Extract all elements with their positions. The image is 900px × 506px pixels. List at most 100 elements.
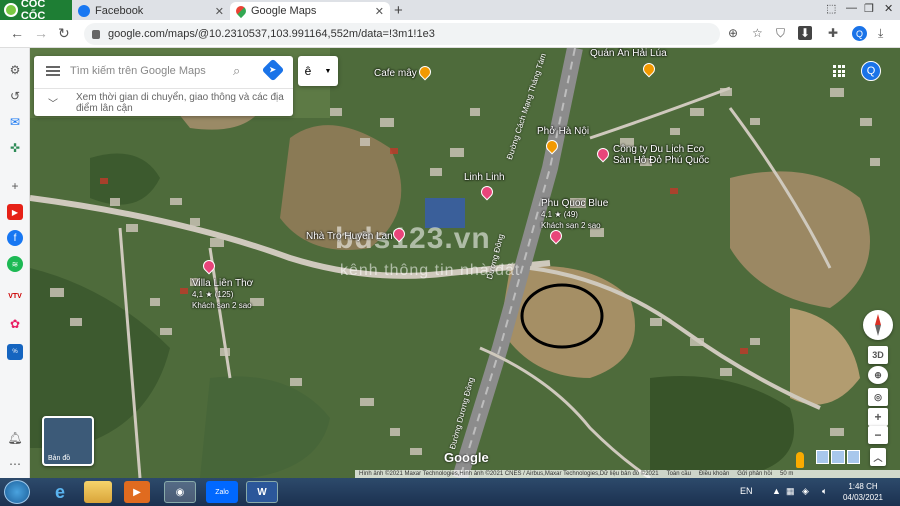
clock-date: 04/03/2021 <box>842 493 884 502</box>
map-footer: Hình ảnh ©2021 Maxar Technologies,Hình ả… <box>355 470 900 478</box>
facebook-sidebar-icon[interactable]: f <box>7 230 23 246</box>
windows-taskbar: e ▶ ◉ Zalo W EN ▲ ▦ ◈ 🔈︎ 1:48 CH 04/03/2… <box>0 478 900 506</box>
compass-icon[interactable] <box>863 310 893 340</box>
poi-category: Khách sạn 2 sao <box>541 221 601 230</box>
facebook-icon <box>78 5 90 17</box>
feedback-link[interactable]: Gửi phản hồi <box>737 471 772 477</box>
search-input[interactable]: Tìm kiếm trên Google Maps <box>70 65 206 77</box>
window-menu-icon[interactable]: ⬚ <box>826 2 836 15</box>
game-icon[interactable]: ✜ <box>7 140 23 156</box>
tray-app-icon[interactable]: ◈ <box>802 486 809 497</box>
zoom-in-button[interactable]: + <box>868 408 888 426</box>
poi-label[interactable]: Công ty Du Lịch Eco Sàn Hô Đỏ Phú Quốc <box>613 144 709 166</box>
system-clock[interactable]: 1:48 CH 04/03/2021 <box>840 481 886 503</box>
settings-icon[interactable]: ⚙ <box>7 62 23 78</box>
pegman-icon[interactable] <box>796 452 804 468</box>
input-tools-chip[interactable]: ê ▼ <box>298 56 338 86</box>
globe-icon[interactable]: ⊕ <box>868 366 888 384</box>
clock-time: 1:48 CH <box>848 482 878 491</box>
messenger-icon[interactable]: ✉ <box>7 114 23 130</box>
close-window-button[interactable]: ✕ <box>884 2 893 15</box>
language-indicator[interactable]: EN <box>740 486 753 496</box>
close-tab-icon[interactable]: ✕ <box>375 5 384 18</box>
close-tab-icon[interactable]: ✕ <box>215 5 224 18</box>
notifications-bell-icon[interactable]: 🔔︎ <box>7 430 23 446</box>
satellite-map[interactable]: bds123.vn kênh thông tin nhà đất Quán Ăn… <box>30 48 900 478</box>
reload-button[interactable]: ↻ <box>58 25 70 42</box>
back-button[interactable]: ← <box>10 25 24 41</box>
coccoc-taskbar-icon[interactable]: ◉ <box>164 481 196 503</box>
downloads-icon[interactable]: ⤓ <box>878 26 883 41</box>
poi-label[interactable]: Linh Linh <box>464 172 505 183</box>
media-player-icon[interactable]: ▶ <box>124 481 150 503</box>
google-apps-icon[interactable] <box>833 65 845 77</box>
map-type-toggle[interactable]: Bản đồ <box>42 416 94 466</box>
scale-label[interactable]: 50 m <box>780 471 793 477</box>
tiki-icon[interactable]: % <box>7 344 23 360</box>
my-location-icon[interactable]: ◎ <box>868 388 888 406</box>
new-tab-button[interactable]: + <box>394 2 403 19</box>
poi-label[interactable]: Phu Quoc Blue 4,1 ★ (49) Khách sạn 2 sao <box>541 198 608 231</box>
youtube-icon[interactable]: ▶ <box>7 204 23 220</box>
word-icon[interactable]: W <box>246 481 278 503</box>
tilt-3d-button[interactable]: 3D <box>868 346 888 364</box>
coccoc-logo-icon <box>4 3 18 17</box>
browser-sidebar: ⚙ ↺ ✉ ✜ + ▶ f ≋ VTV ✿ % 🔔︎ ⋯ <box>0 48 30 478</box>
input-tools-label: ê <box>304 64 312 78</box>
map-type-label: Bản đồ <box>48 455 71 462</box>
extensions-icon[interactable]: ✚ <box>828 26 838 40</box>
google-logo: Google <box>444 450 489 465</box>
tray-overflow-icon[interactable]: ▲ <box>772 486 781 496</box>
browser-toolbar: ← → ↻ google.com/maps/@10.2310537,103.99… <box>0 20 900 48</box>
chevron-down-icon[interactable]: ﹀ <box>48 95 58 110</box>
file-explorer-icon[interactable] <box>84 481 112 503</box>
attribution-text: Hình ảnh ©2021 Maxar Technologies,Hình ả… <box>359 471 659 477</box>
poi-label[interactable]: Nhà Trọ Huyền Lan <box>306 231 393 242</box>
expand-icon[interactable]: ︿ <box>870 448 886 466</box>
address-bar[interactable]: google.com/maps/@10.2310537,103.991164,5… <box>84 23 720 45</box>
terms-link[interactable]: Điều khoản <box>699 471 729 477</box>
download-video-icon[interactable]: ⬇ <box>798 26 813 40</box>
profile-avatar[interactable]: Q <box>852 26 867 41</box>
search-icon[interactable]: ⌕ <box>233 63 240 79</box>
internet-explorer-icon[interactable]: e <box>44 481 76 503</box>
shopping-icon[interactable]: ✿ <box>7 316 23 332</box>
more-options-icon[interactable]: ⋯ <box>7 456 23 472</box>
poi-label[interactable]: Quán Ăn Hải Lúa <box>590 48 667 59</box>
brand-label: CỐC CỐC <box>20 0 46 22</box>
tab-google-maps[interactable]: Google Maps ✕ <box>230 2 390 20</box>
star-icon[interactable]: ☆ <box>752 26 763 40</box>
zalo-icon[interactable]: Zalo <box>206 481 238 503</box>
poi-label[interactable]: Villa Liên Thơ 4,1 ★ (125) Khách sạn 2 s… <box>192 278 253 311</box>
shield-icon[interactable]: ⛉ <box>776 26 785 41</box>
explore-nearby-row[interactable]: ﹀ Xem thời gian di chuyển, giao thông và… <box>34 88 293 116</box>
poi-label[interactable]: Phở Hà Nội <box>537 126 589 137</box>
layers-strip[interactable] <box>816 450 860 464</box>
global-link[interactable]: Toàn cầu <box>667 471 691 477</box>
add-sidebar-icon[interactable]: + <box>7 178 23 194</box>
directions-icon: ➤ <box>269 64 277 75</box>
history-icon[interactable]: ↺ <box>7 88 23 104</box>
zoom-out-button[interactable]: − <box>868 426 888 444</box>
google-maps-icon <box>233 3 249 19</box>
poi-category: Khách sạn 2 sao <box>192 301 252 310</box>
poi-label[interactable]: Cafe mây <box>374 68 417 79</box>
volume-icon[interactable]: 🔈︎ <box>822 486 827 497</box>
vtv-icon[interactable]: VTV <box>7 288 23 304</box>
start-button[interactable] <box>4 480 30 504</box>
tab-facebook[interactable]: Facebook ✕ <box>72 2 230 20</box>
network-icon[interactable]: ▦ <box>786 486 795 497</box>
poi-subname: Sàn Hô Đỏ Phú Quốc <box>613 155 710 166</box>
menu-icon[interactable] <box>46 66 60 76</box>
caret-down-icon: ▼ <box>324 67 332 75</box>
explore-hint-text: Xem thời gian di chuyển, giao thông và c… <box>76 92 284 114</box>
maps-search-panel: Tìm kiếm trên Google Maps ⌕ ➤ ﹀ Xem thời… <box>34 56 293 116</box>
minimize-button[interactable]: — <box>846 2 857 14</box>
tab-label: Facebook <box>95 5 144 17</box>
coccoc-menu-button[interactable]: CỐC CỐC <box>0 0 72 22</box>
maximize-button[interactable]: ❐ <box>864 2 874 15</box>
add-icon[interactable]: ⊕ <box>728 26 738 40</box>
account-avatar[interactable]: Q <box>861 61 881 81</box>
spotify-icon[interactable]: ≋ <box>7 256 23 272</box>
forward-button[interactable]: → <box>34 25 48 41</box>
